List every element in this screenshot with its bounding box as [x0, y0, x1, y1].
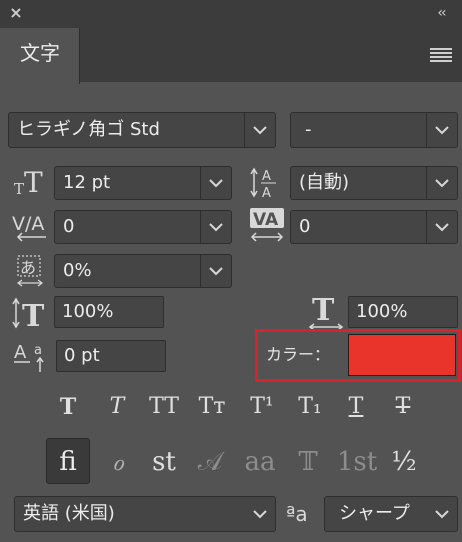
- horizontal-scale-icon: T: [306, 293, 346, 332]
- vertical-scale-field[interactable]: 100%: [54, 296, 164, 328]
- fractions-button[interactable]: ½: [384, 442, 424, 482]
- horizontal-scale-value: 100%: [356, 301, 408, 322]
- tracking-icon: VA: [248, 206, 286, 244]
- color-label: カラー：: [266, 345, 331, 364]
- close-icon[interactable]: ×: [8, 5, 24, 21]
- stylistic-alternates-button[interactable]: aa: [240, 442, 280, 482]
- color-swatch[interactable]: [348, 334, 456, 376]
- svg-text:T: T: [22, 299, 45, 330]
- kerning-value: 0: [63, 216, 75, 237]
- all-caps-button[interactable]: TT: [144, 392, 184, 422]
- chevron-down-icon: [244, 113, 275, 147]
- collapse-panel-icon[interactable]: ‹‹: [430, 4, 452, 22]
- svg-text:A: A: [14, 342, 27, 363]
- antialias-dropdown[interactable]: シャープ: [324, 496, 458, 532]
- ordinals-button[interactable]: 1st: [334, 442, 380, 482]
- tsume-icon: あ: [14, 252, 50, 288]
- small-caps-button[interactable]: Tт: [194, 392, 230, 422]
- kerning-dropdown[interactable]: 0: [54, 210, 232, 244]
- vertical-scale-icon: T: [10, 296, 50, 334]
- panel-title-bar: [0, 0, 462, 28]
- font-size-value: 12 pt: [63, 172, 111, 193]
- font-size-dropdown[interactable]: 12 pt: [54, 166, 232, 200]
- leading-icon: AA: [248, 164, 284, 201]
- chevron-down-icon: [245, 497, 275, 531]
- font-style-value: -: [305, 119, 312, 140]
- chevron-down-icon: [200, 167, 231, 199]
- tracking-dropdown[interactable]: 0: [290, 210, 458, 244]
- font-style-dropdown[interactable]: -: [290, 112, 458, 148]
- svg-text:A: A: [262, 169, 271, 184]
- faux-italic-button[interactable]: T: [99, 392, 135, 422]
- contextual-alternates-button[interactable]: st: [144, 442, 184, 482]
- panel-menu-icon[interactable]: [430, 48, 452, 62]
- svg-text:T: T: [14, 180, 24, 198]
- svg-text:T: T: [312, 294, 335, 328]
- chevron-down-icon: [200, 211, 231, 243]
- tsume-value: 0%: [63, 260, 92, 281]
- titling-alternates-button[interactable]: 𝕋: [288, 442, 328, 482]
- baseline-shift-icon: Aa: [12, 338, 52, 374]
- leading-value: (自動): [299, 172, 350, 193]
- chevron-down-icon: [426, 167, 457, 199]
- antialias-value: シャープ: [339, 503, 410, 524]
- horizontal-scale-field[interactable]: 100%: [348, 296, 458, 328]
- svg-text:A: A: [262, 186, 271, 200]
- chevron-down-icon: [200, 255, 231, 287]
- language-dropdown[interactable]: 英語 (米国): [14, 496, 276, 532]
- vertical-scale-value: 100%: [62, 301, 114, 322]
- font-size-icon: TT: [12, 166, 48, 199]
- svg-text:a: a: [34, 343, 42, 358]
- standard-ligatures-button[interactable]: ﬁ: [48, 442, 88, 482]
- chevron-down-icon: [427, 497, 457, 531]
- chevron-down-icon: [426, 211, 457, 243]
- superscript-button[interactable]: T¹: [244, 392, 280, 422]
- svg-text:あ: あ: [20, 258, 36, 277]
- svg-text:T: T: [24, 166, 43, 198]
- svg-text:V/A: V/A: [12, 213, 44, 235]
- subscript-button[interactable]: T₁: [292, 392, 328, 422]
- tab-character-label: 文字: [20, 41, 60, 65]
- swash-button[interactable]: 𝒜: [190, 442, 230, 482]
- kerning-icon: V/A: [12, 208, 50, 242]
- leading-dropdown[interactable]: (自動): [290, 166, 458, 200]
- tracking-value: 0: [299, 216, 311, 237]
- tsume-dropdown[interactable]: 0%: [54, 254, 232, 288]
- baseline-shift-value: 0 pt: [64, 345, 100, 366]
- underline-button[interactable]: T: [338, 392, 374, 422]
- chevron-down-icon: [426, 113, 457, 147]
- antialias-icon: ªa: [286, 502, 308, 526]
- discretionary-ligatures-button[interactable]: ℴ: [98, 442, 138, 482]
- strikethrough-button[interactable]: T: [385, 392, 421, 422]
- language-value: 英語 (米国): [23, 503, 115, 524]
- baseline-shift-field[interactable]: 0 pt: [56, 340, 166, 372]
- font-family-dropdown[interactable]: ヒラギノ角ゴ Std: [8, 112, 276, 148]
- font-family-value: ヒラギノ角ゴ Std: [17, 119, 160, 140]
- faux-bold-button[interactable]: T: [50, 392, 86, 422]
- svg-text:VA: VA: [253, 210, 279, 230]
